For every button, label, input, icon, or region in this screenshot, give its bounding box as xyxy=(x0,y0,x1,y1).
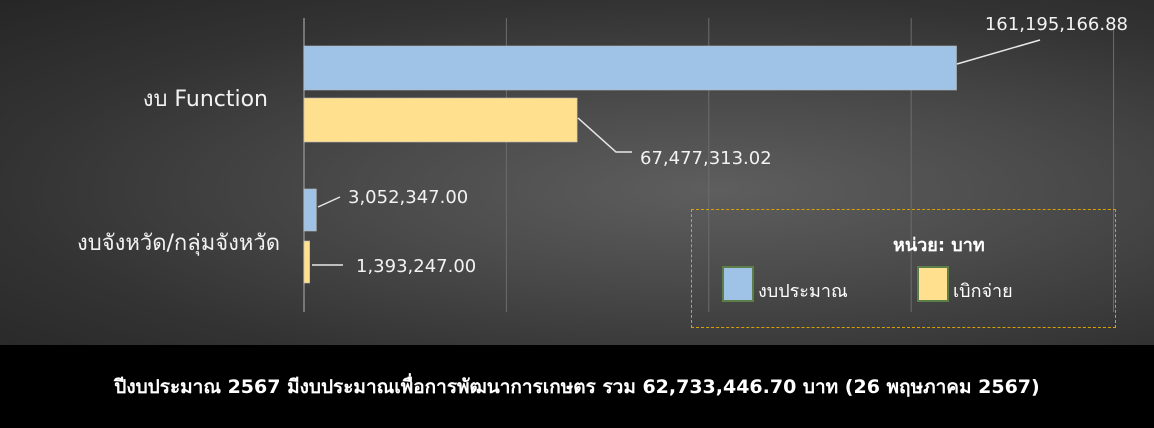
legend-label-budget: งบประมาณ xyxy=(758,281,848,302)
bar xyxy=(303,188,317,232)
chart-legend: หน่วย: บาท งบประมาณ เบิกจ่าย xyxy=(691,209,1116,328)
bar xyxy=(303,45,957,91)
legend-unit-label: หน่วย: บาท xyxy=(893,235,985,256)
legend-swatch-disbursed xyxy=(917,266,949,302)
chart-area: งบ Function งบจังหวัด/กลุ่มจังหวัด 161,195… xyxy=(0,0,1154,345)
legend-label-disbursed: เบิกจ่าย xyxy=(953,281,1013,302)
data-label: 1,393,247.00 xyxy=(356,256,476,277)
data-label: 161,195,166.88 xyxy=(985,14,1128,35)
data-label-leader xyxy=(577,117,632,153)
bar xyxy=(303,240,310,284)
category-label: งบ Function xyxy=(143,87,268,112)
bar xyxy=(303,97,578,143)
data-label-leader xyxy=(956,39,1041,65)
footer-summary-text: ปีงบประมาณ 2567 มีงบประมาณเพื่อการพัฒนาก… xyxy=(114,376,1040,398)
legend-swatch-budget xyxy=(722,266,754,302)
category-label: งบจังหวัด/กลุ่มจังหวัด xyxy=(77,231,280,256)
data-label: 67,477,313.02 xyxy=(640,148,772,169)
data-label: 3,052,347.00 xyxy=(348,187,468,208)
data-label-leader xyxy=(317,196,341,208)
